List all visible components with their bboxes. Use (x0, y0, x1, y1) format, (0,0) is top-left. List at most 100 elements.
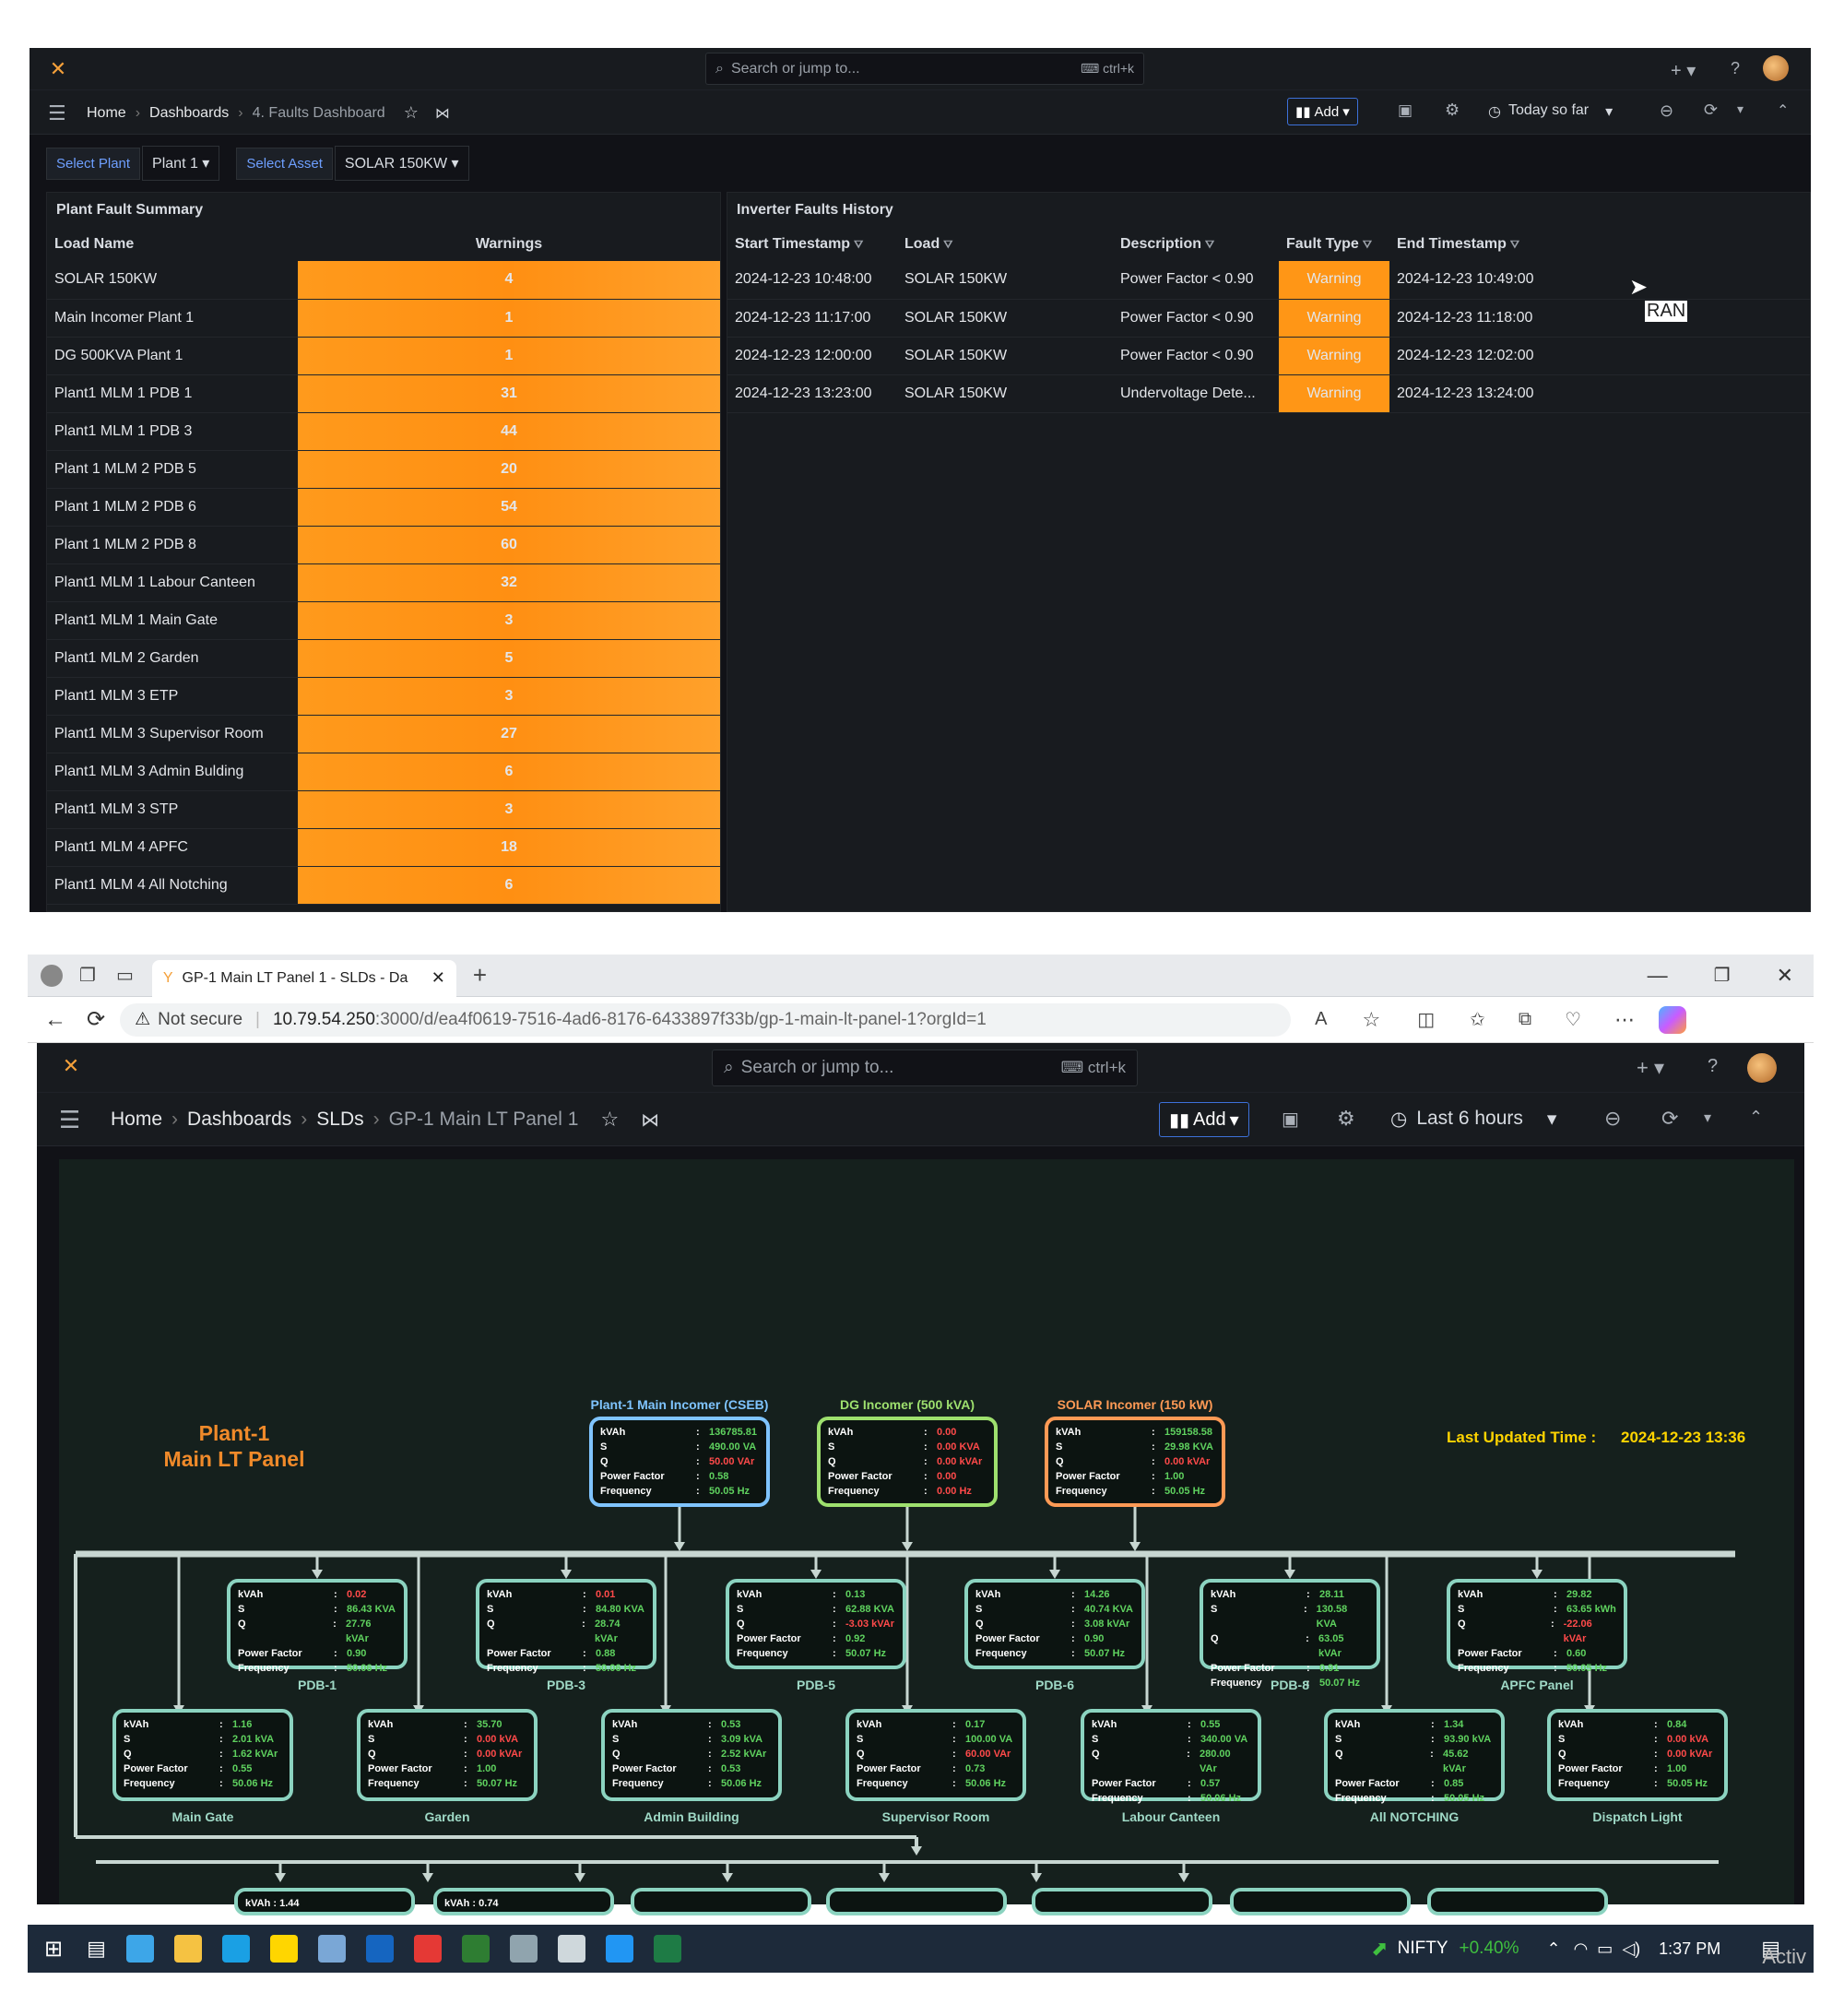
meter-box[interactable]: kVAh:136785.81 S:490.00 VA Q:50.00 VAr Powe… (589, 1417, 770, 1507)
meter-box[interactable]: kVAh:0.17 S:100.00 VA Q:60.00 VAr Power Fac… (845, 1709, 1026, 1801)
refresh-interval-chevron-icon[interactable]: ▾ (1737, 101, 1744, 117)
column-header[interactable]: Start Timestamp ⛛ (727, 228, 897, 261)
app-red-icon[interactable] (413, 1935, 442, 1963)
zoom-out-icon[interactable]: ⊖ (1660, 101, 1673, 121)
help-icon[interactable]: ? (1731, 59, 1740, 78)
windows-start-icon[interactable]: ⊞ (44, 1936, 63, 1963)
menu-icon[interactable]: ☰ (48, 101, 66, 125)
col-load-name[interactable]: Load Name (47, 228, 298, 261)
star-icon[interactable]: ☆ (600, 1108, 619, 1132)
more-icon[interactable]: ⋯ (1614, 1008, 1635, 1032)
meter-box[interactable]: kVAh : 0.74 (433, 1888, 614, 1915)
window-close-icon[interactable]: ✕ (1777, 964, 1793, 988)
url-bar[interactable]: ⚠ Not secure | 10.79.54.250:3000/d/ea4f0… (120, 1002, 1292, 1037)
meter-box[interactable]: kVAh:0.53 S:3.09 kVA Q:2.52 kVAr Power Fact… (601, 1709, 782, 1801)
tray-chevron-icon[interactable]: ⌃ (1546, 1939, 1560, 1959)
breadcrumb-home[interactable]: Home (87, 105, 126, 122)
column-header[interactable]: Fault Type ⛛ (1279, 228, 1389, 261)
grafana-logo-icon[interactable]: ✕ (59, 1054, 83, 1078)
avatar[interactable] (1763, 55, 1789, 81)
meter-box[interactable]: kVAh : 1.44 (234, 1888, 415, 1915)
reload-icon[interactable]: ⟳ (87, 1006, 105, 1033)
column-header[interactable]: Description ⛛ (1113, 228, 1279, 261)
refresh-icon[interactable]: ⟳ (1704, 101, 1718, 120)
copilot-icon[interactable] (1659, 1005, 1687, 1034)
meter-box[interactable]: kVAh:0.55 S:340.00 VA Q:280.00 VAr Power Fa… (1081, 1709, 1261, 1804)
skype-icon[interactable] (221, 1935, 250, 1963)
split-screen-icon[interactable]: ◫ (1417, 1008, 1435, 1031)
meter-box[interactable] (1427, 1888, 1608, 1915)
filter-icon[interactable]: ⛛ (1510, 238, 1519, 251)
menu-icon[interactable]: ☰ (59, 1106, 80, 1134)
search-input[interactable]: ⌕ Search or jump to... ⌨ ctrl+k (712, 1050, 1138, 1086)
breadcrumb-dashboards[interactable]: Dashboards (149, 105, 229, 122)
search-input[interactable]: ⌕ Search or jump to... ⌨ ctrl+k (705, 53, 1144, 85)
save-icon[interactable]: ▣ (1282, 1108, 1299, 1131)
collections-icon[interactable]: ⧉ (1519, 1009, 1531, 1030)
share-icon[interactable]: ⋈ (641, 1109, 659, 1132)
filter-icon[interactable]: ⛛ (1205, 238, 1214, 251)
new-tab-icon[interactable]: + (473, 961, 487, 990)
app-icon[interactable] (317, 1935, 346, 1963)
help-icon[interactable]: ? (1708, 1056, 1718, 1077)
collapse-chevron-icon[interactable]: ⌃ (1749, 1108, 1763, 1127)
workspaces-icon[interactable]: ❐ (79, 964, 96, 987)
refresh-interval-chevron-icon[interactable]: ▾ (1704, 1109, 1711, 1127)
time-picker[interactable]: ◷ Today so far ▾ (1488, 102, 1613, 121)
filter-icon[interactable]: ⛛ (854, 238, 863, 251)
profile-icon[interactable] (41, 964, 63, 987)
app-gray-icon[interactable] (509, 1935, 538, 1963)
share-icon[interactable]: ⋈ (435, 104, 450, 123)
wifi-icon[interactable]: ◠ (1574, 1939, 1589, 1959)
add-button[interactable]: ▮▮ Add ▾ (1287, 98, 1358, 125)
meter-box[interactable]: kVAh:35.70 S:0.00 kVA Q:0.00 kVAr Power Fac… (357, 1709, 538, 1801)
grafana-logo-icon[interactable]: ✕ (46, 57, 70, 81)
excel-icon[interactable] (653, 1935, 681, 1963)
meter-box[interactable]: kVAh:0.84 S:0.00 kVA Q:0.00 kVAr Power Fact… (1547, 1709, 1728, 1801)
refresh-icon[interactable]: ⟳ (1661, 1107, 1678, 1131)
file-explorer-icon[interactable] (173, 1935, 202, 1963)
avatar[interactable] (1747, 1053, 1777, 1083)
meter-box[interactable]: kVAh:0.02 S:86.43 KVA Q:27.76 kVAr Power Fa… (227, 1579, 408, 1674)
meter-box[interactable] (826, 1888, 1007, 1915)
zoom-out-icon[interactable]: ⊖ (1604, 1107, 1621, 1131)
meter-box[interactable] (1230, 1888, 1411, 1915)
remote-desktop-icon[interactable] (605, 1935, 633, 1963)
star-icon[interactable]: ☆ (404, 103, 419, 123)
close-tab-icon[interactable]: ✕ (431, 968, 445, 988)
collapse-chevron-icon[interactable]: ⌃ (1777, 101, 1789, 120)
settings-gear-icon[interactable]: ⚙ (1337, 1107, 1355, 1131)
volume-icon[interactable]: ◁) (1622, 1939, 1640, 1959)
meter-box[interactable]: kVAh:1.16 S:2.01 kVA Q:1.62 kVAr Power Fact… (112, 1709, 293, 1801)
sticky-notes-icon[interactable] (269, 1935, 298, 1963)
meter-box[interactable]: kVAh:0.13 S:62.88 KVA Q: -3.03 kVAr Power Fa… (726, 1579, 906, 1669)
breadcrumb-dashboards[interactable]: Dashboards (187, 1109, 291, 1131)
meter-box[interactable]: kVAh:28.11 S:130.58 KVA Q:63.05 kVAr Power … (1200, 1579, 1380, 1689)
meter-box[interactable] (1032, 1888, 1212, 1915)
app-green-icon[interactable] (461, 1935, 490, 1963)
add-button[interactable]: ▮▮ Add ▾ (1159, 1102, 1249, 1137)
column-header[interactable]: Load ⛛ (897, 228, 1113, 261)
breadcrumb-home[interactable]: Home (111, 1109, 162, 1131)
back-icon[interactable]: ← (44, 1007, 66, 1033)
browser-essentials-icon[interactable]: ♡ (1565, 1008, 1581, 1031)
time-picker[interactable]: ◷ Last 6 hours ▾ (1390, 1108, 1556, 1131)
tab-actions-icon[interactable]: ▭ (116, 964, 134, 987)
outlook-icon[interactable] (365, 1935, 394, 1963)
filter-icon[interactable]: ⛛ (943, 238, 952, 251)
meter-box[interactable]: kVAh:159158.58 S:29.98 KVA Q:0.00 kVAr Powe… (1045, 1417, 1225, 1507)
battery-icon[interactable]: ▭ (1597, 1939, 1613, 1959)
new-plus-icon[interactable]: + ▾ (1671, 59, 1696, 82)
breadcrumb-slds[interactable]: SLDs (316, 1109, 363, 1131)
meter-box[interactable]: kVAh:0.01 S:84.80 KVA Q:28.74 kVAr Power Fa… (476, 1579, 656, 1674)
new-plus-icon[interactable]: + ▾ (1637, 1056, 1664, 1080)
column-header[interactable]: End Timestamp ⛛ (1389, 228, 1629, 261)
clock[interactable]: 1:37 PM (1659, 1939, 1720, 1959)
favorite-star-icon[interactable]: ☆ (1362, 1008, 1380, 1032)
meter-box[interactable]: kVAh:14.26 S:40.74 KVA Q:3.08 kVAr Power Fa… (964, 1579, 1145, 1669)
edge-icon[interactable] (125, 1935, 154, 1963)
restore-icon[interactable]: ❐ (1714, 964, 1731, 987)
plant-select[interactable]: Plant 1 ▾ (142, 146, 220, 181)
notepad-icon[interactable] (557, 1935, 585, 1963)
col-warnings[interactable]: Warnings (298, 228, 720, 261)
